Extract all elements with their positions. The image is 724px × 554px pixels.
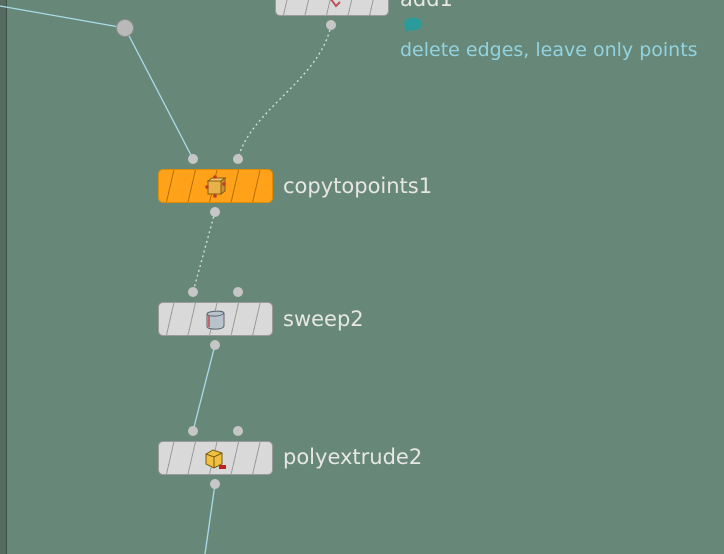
- node-copytopoints1-output-port[interactable]: [210, 207, 220, 217]
- node-copytopoints1[interactable]: [158, 169, 273, 203]
- sweep-icon: [206, 310, 225, 330]
- node-polyextrude2-input-port-2[interactable]: [233, 426, 243, 436]
- wire-left-into-dot: [0, 5, 126, 29]
- sticky-comment-text: delete edges, leave only points: [400, 39, 698, 61]
- connection-wires: [0, 5, 332, 554]
- node-add1-output-port[interactable]: [326, 20, 336, 30]
- node-polyextrude2-label: polyextrude2: [283, 445, 423, 469]
- node-copytopoints1-label: copytopoints1: [283, 174, 433, 198]
- node-sweep2-input-port-1[interactable]: [188, 287, 198, 297]
- node-sweep2-output-port[interactable]: [210, 340, 220, 350]
- node-sweep2[interactable]: [158, 302, 273, 336]
- node-sweep2-label: sweep2: [283, 307, 364, 331]
- wire-add1-to-copytopoints1: [237, 24, 332, 160]
- polyextrude-icon: [205, 449, 226, 469]
- node-sweep2-input-port-2[interactable]: [233, 287, 243, 297]
- wire-copytopoints1-to-sweep2: [192, 211, 216, 293]
- node-polyextrude2-output-port[interactable]: [210, 479, 220, 489]
- comment-bubble-icon: [404, 17, 422, 33]
- add-icon: [330, 0, 341, 8]
- node-polyextrude2[interactable]: [158, 441, 273, 475]
- node-copytopoints1-input-port-2[interactable]: [233, 154, 243, 164]
- copy-to-points-icon: [205, 175, 227, 198]
- wire-sweep2-to-polyextrude2: [192, 344, 216, 432]
- node-add1[interactable]: [275, 0, 389, 16]
- wire-dot-to-copytopoints1: [124, 27, 194, 160]
- network-dot[interactable]: [116, 19, 134, 37]
- wire-polyextrude2-out: [204, 483, 216, 554]
- node-copytopoints1-input-port-1[interactable]: [188, 154, 198, 164]
- node-polyextrude2-input-port-1[interactable]: [188, 426, 198, 436]
- node-add1-label: add1: [400, 0, 453, 12]
